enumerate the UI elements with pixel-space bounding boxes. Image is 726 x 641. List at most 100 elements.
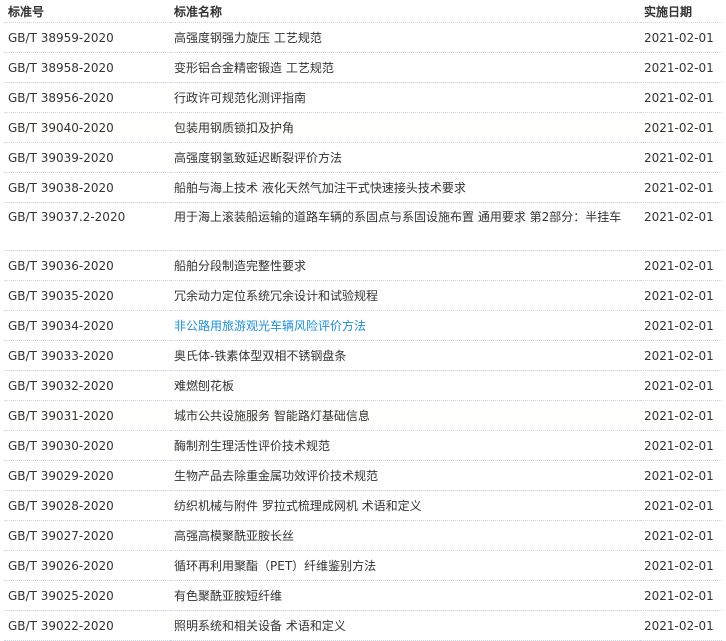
effective-date-cell: 2021-02-01 <box>640 400 722 431</box>
standard-name-cell: 城市公共设施服务 智能路灯基础信息 <box>170 400 640 431</box>
effective-date-cell: 2021-02-01 <box>640 610 722 641</box>
standard-name-link[interactable]: 纺织机械与附件 罗拉式梳理成网机 术语和定义 <box>174 499 422 513</box>
effective-date-cell: 2021-02-01 <box>640 310 722 341</box>
standard-name-link[interactable]: 船舶与海上技术 液化天然气加注干式快速接头技术要求 <box>174 181 466 195</box>
standard-name-link[interactable]: 有色聚酰亚胺短纤维 <box>174 589 282 603</box>
standard-name-cell: 变形铝合金精密锻造 工艺规范 <box>170 52 640 83</box>
effective-date-cell: 2021-02-01 <box>640 370 722 401</box>
standard-name-link[interactable]: 行政许可规范化测评指南 <box>174 91 306 105</box>
standard-name-cell: 高强度钢强力旋压 工艺规范 <box>170 22 640 53</box>
header-standard-number: 标准号 <box>4 0 170 23</box>
standard-number-cell: GB/T 38956-2020 <box>4 82 170 113</box>
standard-name-link[interactable]: 高强高模聚酰亚胺长丝 <box>174 529 294 543</box>
standards-table: 标准号 标准名称 实施日期 GB/T 38959-2020 高强度钢强力旋压 工艺… <box>4 0 722 641</box>
effective-date-cell: 2021-02-01 <box>640 280 722 311</box>
effective-date-cell: 2021-02-01 <box>640 172 722 203</box>
effective-date-cell: 2021-02-01 <box>640 82 722 113</box>
standard-name-link[interactable]: 高强度钢氢致延迟断裂评价方法 <box>174 151 342 165</box>
table-row: GB/T 39033-2020 奥氏体-铁素体型双相不锈钢盘条 2021-02-01 <box>4 340 722 371</box>
standard-name-cell: 行政许可规范化测评指南 <box>170 82 640 113</box>
table-header-row: 标准号 标准名称 实施日期 <box>4 0 722 23</box>
standard-number-cell: GB/T 39029-2020 <box>4 460 170 491</box>
effective-date-cell: 2021-02-01 <box>640 340 722 371</box>
standard-name-link[interactable]: 难燃刨花板 <box>174 379 234 393</box>
standard-name-cell: 高强度钢氢致延迟断裂评价方法 <box>170 142 640 173</box>
effective-date-cell: 2021-02-01 <box>640 22 722 53</box>
header-standard-name: 标准名称 <box>170 0 640 23</box>
standard-name-link[interactable]: 奥氏体-铁素体型双相不锈钢盘条 <box>174 349 346 363</box>
standard-name-link[interactable]: 用于海上滚装船运输的道路车辆的系固点与系固设施布置 通用要求 第2部分：半挂车 <box>174 210 621 224</box>
standard-name-link[interactable]: 循环再利用聚酯（PET）纤维鉴别方法 <box>174 559 376 573</box>
table-row: GB/T 39038-2020 船舶与海上技术 液化天然气加注干式快速接头技术要求… <box>4 172 722 203</box>
standard-name-cell: 循环再利用聚酯（PET）纤维鉴别方法 <box>170 550 640 581</box>
standard-number-cell: GB/T 39040-2020 <box>4 112 170 143</box>
standard-number-cell: GB/T 39031-2020 <box>4 400 170 431</box>
table-row: GB/T 39029-2020 生物产品去除重金属功效评价技术规范 2021-02-… <box>4 460 722 491</box>
standard-number-cell: GB/T 39039-2020 <box>4 142 170 173</box>
standard-name-cell: 生物产品去除重金属功效评价技术规范 <box>170 460 640 491</box>
standard-number-cell: GB/T 39035-2020 <box>4 280 170 311</box>
standard-number-cell: GB/T 38959-2020 <box>4 22 170 53</box>
standard-name-link[interactable]: 冗余动力定位系统冗余设计和试验规程 <box>174 289 378 303</box>
standard-name-link[interactable]: 城市公共设施服务 智能路灯基础信息 <box>174 409 370 423</box>
table-row: GB/T 39039-2020 高强度钢氢致延迟断裂评价方法 2021-02-01 <box>4 142 722 173</box>
table-row: GB/T 39034-2020 非公路用旅游观光车辆风险评价方法 2021-02-0… <box>4 310 722 341</box>
effective-date-cell: 2021-02-01 <box>640 460 722 491</box>
standard-name-cell: 酶制剂生理活性评价技术规范 <box>170 430 640 461</box>
standard-number-cell: GB/T 39028-2020 <box>4 490 170 521</box>
standard-number-cell: GB/T 39026-2020 <box>4 550 170 581</box>
table-row: GB/T 39032-2020 难燃刨花板 2021-02-01 <box>4 370 722 401</box>
standard-name-link[interactable]: 生物产品去除重金属功效评价技术规范 <box>174 469 378 483</box>
standard-name-cell: 船舶与海上技术 液化天然气加注干式快速接头技术要求 <box>170 172 640 203</box>
standard-name-cell: 有色聚酰亚胺短纤维 <box>170 580 640 611</box>
effective-date-cell: 2021-02-01 <box>640 520 722 551</box>
table-row: GB/T 39035-2020 冗余动力定位系统冗余设计和试验规程 2021-02-… <box>4 280 722 311</box>
standard-name-cell: 奥氏体-铁素体型双相不锈钢盘条 <box>170 340 640 371</box>
table-row: GB/T 39030-2020 酶制剂生理活性评价技术规范 2021-02-01 <box>4 430 722 461</box>
standard-name-cell: 纺织机械与附件 罗拉式梳理成网机 术语和定义 <box>170 490 640 521</box>
standard-name-cell: 船舶分段制造完整性要求 <box>170 250 640 281</box>
table-row: GB/T 39031-2020 城市公共设施服务 智能路灯基础信息 2021-02-… <box>4 400 722 431</box>
table-row: GB/T 39040-2020 包装用钢质锁扣及护角 2021-02-01 <box>4 112 722 143</box>
standard-number-cell: GB/T 39037.2-2020 <box>4 202 170 251</box>
effective-date-cell: 2021-02-01 <box>640 250 722 281</box>
table-row: GB/T 39025-2020 有色聚酰亚胺短纤维 2021-02-01 <box>4 580 722 611</box>
effective-date-cell: 2021-02-01 <box>640 52 722 83</box>
standard-number-cell: GB/T 39022-2020 <box>4 610 170 641</box>
standard-name-cell: 照明系统和相关设备 术语和定义 <box>170 610 640 641</box>
standard-number-cell: GB/T 39032-2020 <box>4 370 170 401</box>
standard-name-link[interactable]: 船舶分段制造完整性要求 <box>174 259 306 273</box>
standard-name-link[interactable]: 照明系统和相关设备 术语和定义 <box>174 619 346 633</box>
effective-date-cell: 2021-02-01 <box>640 580 722 611</box>
standard-name-cell: 高强高模聚酰亚胺长丝 <box>170 520 640 551</box>
standard-name-link[interactable]: 高强度钢强力旋压 工艺规范 <box>174 31 322 45</box>
standard-number-cell: GB/T 39033-2020 <box>4 340 170 371</box>
standard-number-cell: GB/T 39034-2020 <box>4 310 170 341</box>
standard-name-cell: 非公路用旅游观光车辆风险评价方法 <box>170 310 640 341</box>
standard-number-cell: GB/T 39030-2020 <box>4 430 170 461</box>
effective-date-cell: 2021-02-01 <box>640 550 722 581</box>
standard-name-link[interactable]: 酶制剂生理活性评价技术规范 <box>174 439 330 453</box>
standard-name-link[interactable]: 包装用钢质锁扣及护角 <box>174 121 294 135</box>
effective-date-cell: 2021-02-01 <box>640 142 722 173</box>
standard-name-cell: 用于海上滚装船运输的道路车辆的系固点与系固设施布置 通用要求 第2部分：半挂车 <box>170 202 640 251</box>
standard-number-cell: GB/T 39027-2020 <box>4 520 170 551</box>
standard-number-cell: GB/T 39025-2020 <box>4 580 170 611</box>
standard-name-link[interactable]: 变形铝合金精密锻造 工艺规范 <box>174 61 334 75</box>
effective-date-cell: 2021-02-01 <box>640 430 722 461</box>
standard-name-link[interactable]: 非公路用旅游观光车辆风险评价方法 <box>174 319 366 333</box>
standard-number-cell: GB/T 39038-2020 <box>4 172 170 203</box>
effective-date-cell: 2021-02-01 <box>640 202 722 251</box>
effective-date-cell: 2021-02-01 <box>640 112 722 143</box>
table-body: GB/T 38959-2020 高强度钢强力旋压 工艺规范 2021-02-01 GB… <box>4 22 722 641</box>
table-row: GB/T 39028-2020 纺织机械与附件 罗拉式梳理成网机 术语和定义 202… <box>4 490 722 521</box>
table-row: GB/T 38956-2020 行政许可规范化测评指南 2021-02-01 <box>4 82 722 113</box>
standard-name-cell: 包装用钢质锁扣及护角 <box>170 112 640 143</box>
standard-name-cell: 冗余动力定位系统冗余设计和试验规程 <box>170 280 640 311</box>
effective-date-cell: 2021-02-01 <box>640 490 722 521</box>
table-row: GB/T 39027-2020 高强高模聚酰亚胺长丝 2021-02-01 <box>4 520 722 551</box>
table-row: GB/T 39037.2-2020 用于海上滚装船运输的道路车辆的系固点与系固设施… <box>4 202 722 251</box>
table-row: GB/T 38959-2020 高强度钢强力旋压 工艺规范 2021-02-01 <box>4 22 722 53</box>
standard-number-cell: GB/T 39036-2020 <box>4 250 170 281</box>
standard-name-cell: 难燃刨花板 <box>170 370 640 401</box>
